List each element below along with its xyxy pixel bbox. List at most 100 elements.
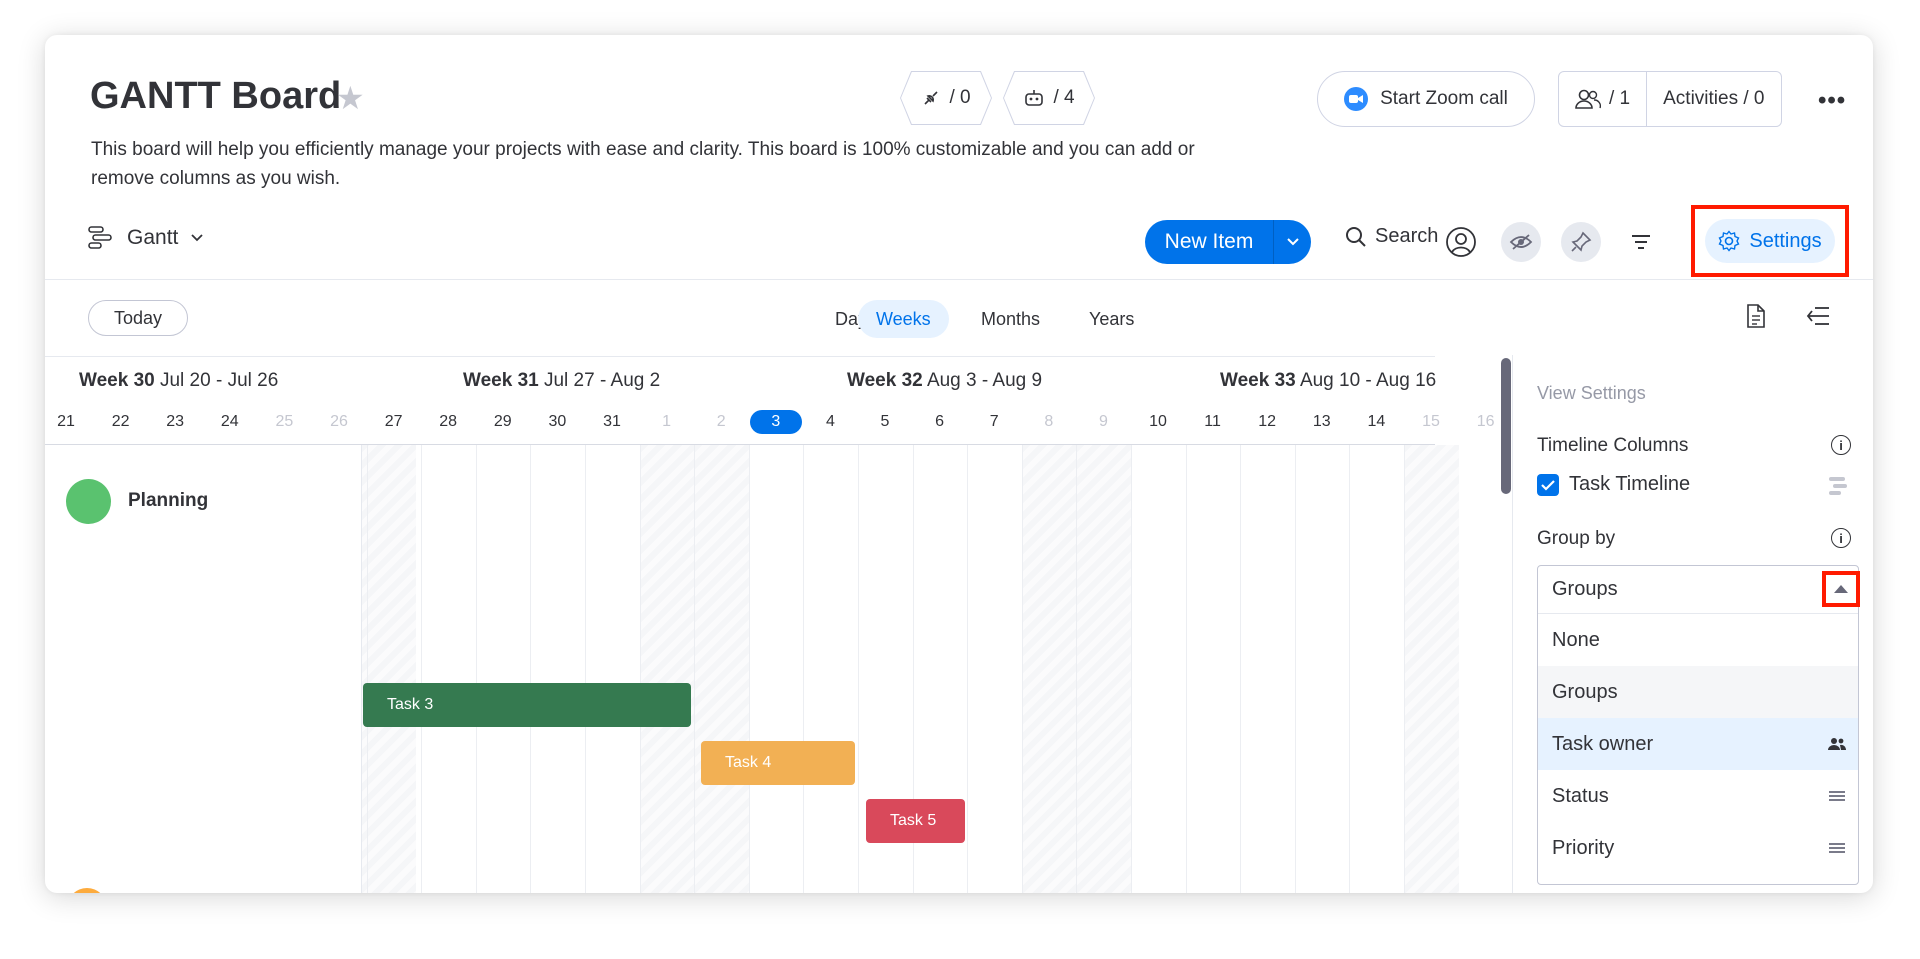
divider [45,356,1435,357]
grid-line [475,445,477,893]
board-window: GANTT Board ★ This board will help you e… [45,35,1873,893]
dropdown-toggle-highlight[interactable] [1822,571,1860,607]
day-label: 28 [439,413,458,430]
favorite-star-icon[interactable]: ★ [336,79,365,117]
board-title[interactable]: GANTT Board [90,75,341,118]
filter-icon[interactable] [1621,222,1661,262]
pin-icon[interactable] [1561,222,1601,262]
weekend-column [694,445,749,893]
hide-columns-icon[interactable] [1501,222,1541,262]
task-label: Task 3 [387,696,434,713]
members-count: / 1 [1609,88,1631,109]
view-selector[interactable]: Gantt [87,225,204,251]
new-item-dropdown-icon[interactable] [1273,220,1311,264]
day-label: 30 [548,413,567,430]
view-label: Gantt [127,226,179,249]
search-icon [1346,226,1366,247]
task-bar[interactable]: Task 3 [363,683,691,727]
grid-line [1240,445,1242,893]
grid-line [803,445,805,893]
task-timeline-label[interactable]: Task Timeline [1569,473,1690,496]
option-priority[interactable]: Priority [1538,822,1858,874]
activities-label: Activities / 0 [1663,88,1765,109]
task-bar[interactable]: Task 4 [701,741,855,785]
day-label: 2 [716,413,726,430]
day-label: 7 [989,413,999,430]
option-status[interactable]: Status [1538,770,1858,822]
grid-line [639,445,641,893]
info-icon[interactable]: i [1831,435,1851,455]
tab-months[interactable]: Months [963,300,1058,338]
collapse-panel-icon[interactable] [1805,305,1831,332]
group-by-selected[interactable]: Groups [1538,566,1858,614]
day-label: 29 [493,413,512,430]
divider [45,279,1873,280]
new-item-button[interactable]: New Item [1145,220,1311,264]
divider [1512,355,1513,893]
day-label: 14 [1367,413,1386,430]
grid-line [1021,445,1023,893]
grid-line [1349,445,1351,893]
activities-button[interactable]: Activities / 0 [1647,72,1780,126]
group-by-dropdown[interactable]: Groups None Groups Task owner Status Pri… [1537,565,1859,885]
grid-line [1131,445,1132,893]
day-label: 4 [825,413,835,430]
integrations-button[interactable]: / 0 [900,71,992,125]
info-icon[interactable]: i [1831,528,1851,548]
selected-value: Groups [1552,578,1618,600]
grid-line [1294,445,1296,893]
chevron-down-icon [191,234,204,242]
option-task-owner[interactable]: Task owner [1538,718,1858,770]
start-zoom-call-button[interactable]: Start Zoom call [1317,71,1535,127]
lines-icon [1829,791,1845,801]
weekend-column [1021,445,1077,893]
day-label: 1 [662,413,672,430]
day-label: 5 [880,413,890,430]
group-color-dot[interactable] [66,479,111,524]
export-icon[interactable] [1745,303,1767,334]
search-button[interactable]: Search [1345,225,1438,248]
new-item-label[interactable]: New Item [1145,220,1273,264]
day-label: 3 [749,410,803,434]
timeline-scrollbar[interactable] [1501,358,1511,494]
weekend-column [361,445,416,893]
day-label: 8 [1044,413,1054,430]
automations-count: / 4 [1053,87,1075,108]
grid-line [748,445,750,893]
grid-line [366,445,368,893]
day-label: 27 [384,413,403,430]
members-button[interactable]: / 1 [1559,72,1646,126]
group-name[interactable]: Planning [128,490,208,512]
person-filter-icon[interactable] [1441,222,1481,262]
option-groups[interactable]: Groups [1538,666,1858,718]
grid-line [694,445,696,893]
day-label: 21 [57,413,75,430]
board-description[interactable]: This board will help you efficiently man… [91,135,1211,193]
drag-handle-icon[interactable] [1827,475,1849,502]
more-options-icon[interactable]: ••• [1818,87,1846,115]
search-label: Search [1375,225,1439,247]
day-label: 13 [1312,413,1331,430]
people-icon [1575,89,1601,109]
chevron-up-icon [1834,585,1848,593]
grid-line [858,445,859,893]
people-icon [1828,738,1846,750]
tab-weeks[interactable]: Weeks [858,300,949,338]
task-bar[interactable]: Task 5 [866,799,965,843]
week-header: Week 30 Jul 20 - Jul 26 [79,370,279,391]
group-color-dot[interactable] [67,888,107,893]
view-settings-title: View Settings [1537,383,1646,403]
task-label: Task 5 [890,812,937,829]
grid-line [530,445,532,893]
option-none[interactable]: None [1538,614,1858,666]
automations-button[interactable]: / 4 [1003,71,1095,125]
week-header: Week 32 Aug 3 - Aug 9 [847,370,1043,391]
settings-highlight-box [1691,205,1849,277]
tab-years[interactable]: Years [1071,300,1152,338]
today-button[interactable]: Today [88,300,188,336]
grid-line [1076,445,1078,893]
task-timeline-checkbox[interactable] [1537,474,1559,496]
day-label: 15 [1422,413,1440,430]
day-label: 12 [1258,413,1277,430]
week-header: Week 33 Aug 10 - Aug 16 [1220,370,1437,391]
